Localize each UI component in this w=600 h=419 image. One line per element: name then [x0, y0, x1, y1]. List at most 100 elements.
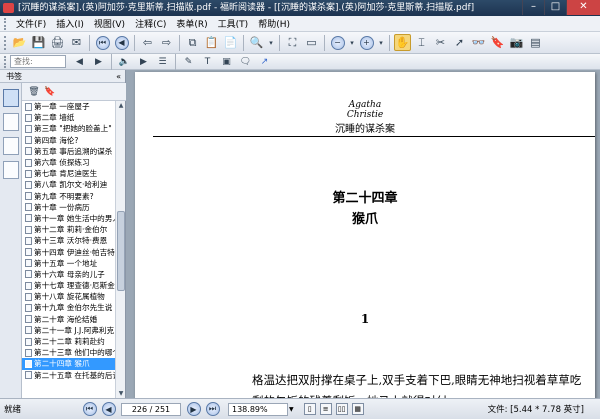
- grip-icon: [4, 17, 8, 30]
- open-icon[interactable]: 📂: [11, 34, 28, 51]
- prev-page-button-icon[interactable]: ◀: [100, 401, 117, 418]
- bookmark-item[interactable]: 第五章 事后追溯的谋杀: [22, 146, 115, 157]
- highlight-icon[interactable]: ✎: [180, 53, 197, 70]
- bookmark-item[interactable]: 第十九章 金伯尔先生说: [22, 302, 115, 313]
- speaker-icon[interactable]: 🔈: [116, 53, 133, 70]
- typewriter-icon[interactable]: T: [199, 53, 216, 70]
- last-page-button-icon[interactable]: ⏭: [204, 401, 221, 418]
- textbox-icon[interactable]: ▣: [218, 53, 235, 70]
- search-next-icon[interactable]: ▶: [90, 53, 107, 70]
- fit-page-icon[interactable]: ⛶: [284, 34, 301, 51]
- bookmark-item[interactable]: 第九章 不明要素?: [22, 191, 115, 202]
- bookmark-item-label: 第二十三章 他们中的哪个: [34, 348, 115, 358]
- forward-arrow-icon[interactable]: ⇨: [158, 34, 175, 51]
- minimize-button[interactable]: –: [522, 0, 544, 15]
- collapse-icon[interactable]: «: [116, 70, 121, 83]
- layers-tab-icon[interactable]: [3, 137, 19, 155]
- bookmarks-tab-icon[interactable]: [3, 89, 19, 107]
- menu-view[interactable]: 视图(V): [89, 17, 130, 30]
- bookmark-list: 第一章 一座屋子 第二章 墙纸 第三章 "把她的脸盖上" 第四章 海伦? 第五章 事后追…: [22, 101, 115, 398]
- menu-file[interactable]: 文件(F): [11, 17, 51, 30]
- bookmark-item[interactable]: 第十五章 一个地址: [22, 258, 115, 269]
- add-bookmark-icon[interactable]: 🔖: [43, 85, 57, 99]
- first-page-button-icon[interactable]: ⏮: [81, 401, 98, 418]
- chevron-down-icon[interactable]: ▾: [267, 34, 275, 51]
- fit-width-icon[interactable]: ▭: [303, 34, 320, 51]
- scroll-up-icon[interactable]: ▲: [116, 101, 126, 110]
- select-text-icon[interactable]: ⌶: [413, 34, 430, 51]
- bookmark-item[interactable]: 第二章 墙纸: [22, 112, 115, 123]
- bookmark-item[interactable]: 第十章 一份病历: [22, 202, 115, 213]
- menu-comment[interactable]: 注释(C): [130, 17, 171, 30]
- bookmark-item[interactable]: 第六章 侦探练习: [22, 157, 115, 168]
- bookmark-item[interactable]: 第七章 肯尼迪医生: [22, 168, 115, 179]
- scroll-down-icon[interactable]: ▼: [116, 389, 126, 398]
- bookmark-item[interactable]: 第二十一章 J.J.阿弗利克: [22, 325, 115, 336]
- binoculars-icon[interactable]: 👓: [470, 34, 487, 51]
- menu-insert[interactable]: 插入(I): [51, 17, 89, 30]
- sidebar-panel-icon[interactable]: ▤: [527, 34, 544, 51]
- bookmark-item[interactable]: 第二十三章 他们中的哪个: [22, 347, 115, 358]
- single-page-icon[interactable]: ▯: [303, 403, 316, 415]
- play-icon[interactable]: ▶: [135, 53, 152, 70]
- list-icon[interactable]: ☰: [154, 53, 171, 70]
- arrow-tool-icon[interactable]: ↗: [256, 53, 273, 70]
- bookmark-item[interactable]: 第二十二章 莉莉赴约: [22, 336, 115, 347]
- bookmark-scrollbar[interactable]: ▲ ▼: [115, 101, 125, 398]
- bookmark-icon[interactable]: 🔖: [489, 34, 506, 51]
- bookmark-item[interactable]: 第八章 凯尔文·哈利迪: [22, 179, 115, 190]
- menu-form[interactable]: 表单(R): [171, 17, 212, 30]
- copy-icon[interactable]: ⧉: [184, 34, 201, 51]
- bookmark-item[interactable]: 第二十五章 在托基的后记: [22, 370, 115, 381]
- bookmark-item[interactable]: 第一章 一座屋子: [22, 101, 115, 112]
- arrow-select-icon[interactable]: ➚: [451, 34, 468, 51]
- thumbnails-tab-icon[interactable]: [3, 113, 19, 131]
- bookmark-item-label: 第二章 墙纸: [34, 113, 75, 123]
- next-page-button-icon[interactable]: ▶: [185, 401, 202, 418]
- print-icon[interactable]: 🖨: [49, 34, 66, 51]
- bookmark-item[interactable]: 第二十四章 猴爪: [22, 358, 115, 370]
- facing-icon[interactable]: ▯▯: [335, 403, 348, 415]
- bookmark-item[interactable]: 第十一章 她生活中的男人: [22, 213, 115, 224]
- screenshot-icon[interactable]: 📷: [508, 34, 525, 51]
- bookmark-item[interactable]: 第十七章 理查德·厄斯金: [22, 280, 115, 291]
- chevron-down-icon[interactable]: ▼: [289, 406, 294, 413]
- note-icon[interactable]: 🗨: [237, 53, 254, 70]
- menu-help[interactable]: 帮助(H): [253, 17, 295, 30]
- email-icon[interactable]: ✉: [68, 34, 85, 51]
- zoom-in-icon[interactable]: 🔍: [248, 34, 265, 51]
- zoom-in-circle-icon[interactable]: +: [358, 34, 375, 51]
- document-view[interactable]: Agatha Christie 沉睡的谋杀案 第二十四章 猴爪 1 格温达把双肘…: [127, 70, 600, 398]
- snapshot-icon[interactable]: ✂: [432, 34, 449, 51]
- paste-icon[interactable]: 📋: [203, 34, 220, 51]
- menu-tools[interactable]: 工具(T): [213, 17, 254, 30]
- scroll-thumb[interactable]: [117, 211, 125, 291]
- close-button[interactable]: ✕: [566, 0, 600, 15]
- bookmark-item[interactable]: 第十三章 沃尔特·费恩: [22, 235, 115, 246]
- hand-tool-icon[interactable]: ✋: [394, 34, 411, 51]
- chevron-down-icon[interactable]: ▾: [348, 34, 356, 51]
- bookmark-item[interactable]: 第十六章 母亲的儿子: [22, 269, 115, 280]
- continuous-icon[interactable]: ≡: [319, 403, 332, 415]
- bookmark-item[interactable]: 第十二章 莉莉·金伯尔: [22, 224, 115, 235]
- zoom-select[interactable]: 138.89%: [228, 402, 288, 416]
- delete-bookmark-icon[interactable]: 🗑: [27, 85, 41, 99]
- bookmark-item[interactable]: 第二十章 海伦结婚: [22, 314, 115, 325]
- bookmark-item[interactable]: 第四章 海伦?: [22, 135, 115, 146]
- zoom-out-circle-icon[interactable]: −: [329, 34, 346, 51]
- bookmark-item[interactable]: 第十八章 旋花属植物: [22, 291, 115, 302]
- continuous-facing-icon[interactable]: ▦: [351, 403, 364, 415]
- bookmark-item[interactable]: 第三章 "把她的脸盖上": [22, 123, 115, 134]
- chevron-down-icon[interactable]: ▾: [377, 34, 385, 51]
- first-page-icon[interactable]: ⏮: [94, 34, 111, 51]
- maximize-button[interactable]: □: [544, 0, 566, 15]
- attachments-tab-icon[interactable]: [3, 161, 19, 179]
- prev-page-icon[interactable]: ◀: [113, 34, 130, 51]
- bookmark-item[interactable]: 第十四章 伊迪丝·帕吉特: [22, 246, 115, 257]
- search-prev-icon[interactable]: ◀: [71, 53, 88, 70]
- back-arrow-icon[interactable]: ⇦: [139, 34, 156, 51]
- page-number-input[interactable]: 226 / 251: [121, 402, 181, 416]
- save-icon[interactable]: 💾: [30, 34, 47, 51]
- page-icon[interactable]: 📄: [222, 34, 239, 51]
- search-input[interactable]: 查找:: [10, 55, 66, 68]
